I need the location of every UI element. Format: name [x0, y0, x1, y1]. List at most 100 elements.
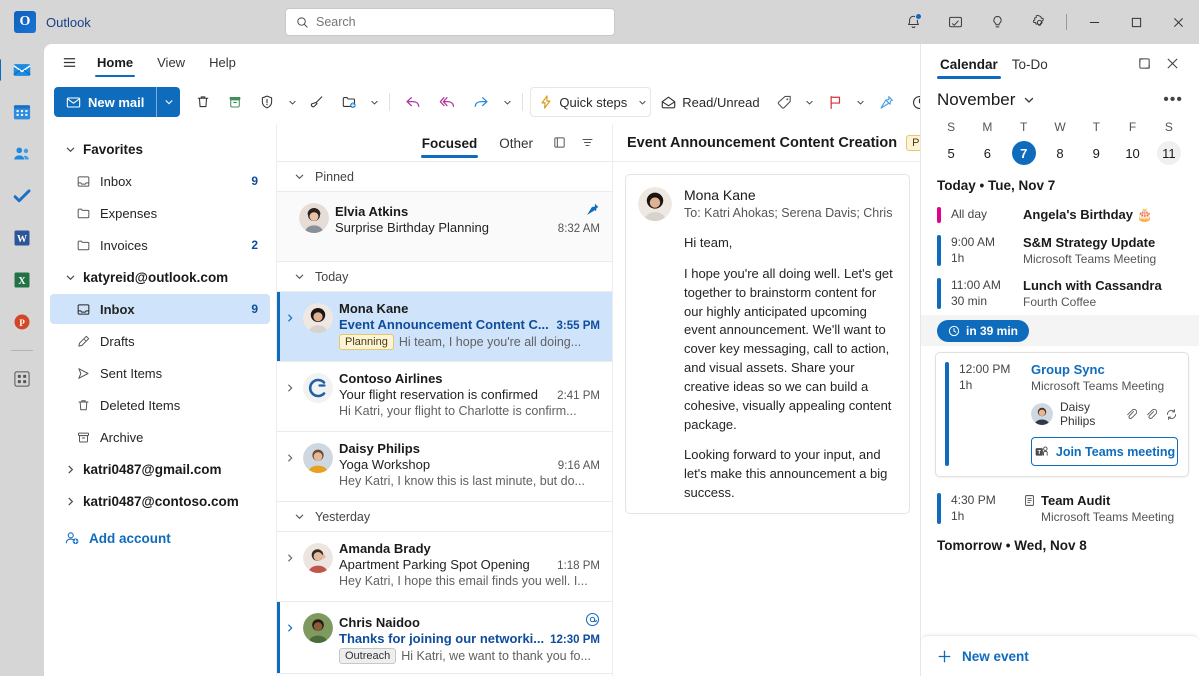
message-group-yesterday[interactable]: Yesterday	[277, 502, 612, 532]
new-mail-split-button[interactable]: New mail	[54, 87, 180, 117]
category-tag[interactable]: Planning	[339, 334, 394, 350]
sweep-button[interactable]	[302, 87, 332, 117]
quick-steps-dropdown-icon[interactable]	[634, 87, 650, 117]
tab-calendar[interactable]: Calendar	[935, 48, 1003, 79]
quick-steps-button[interactable]: Quick steps	[531, 87, 634, 117]
calendar-event-team-audit[interactable]: 4:30 PM 1h Team Audit Microsoft Teams Me…	[921, 483, 1199, 530]
subject-category-tag[interactable]: Planning	[906, 135, 920, 151]
quick-steps-group[interactable]: Quick steps	[530, 87, 651, 117]
filter-icon[interactable]	[574, 130, 600, 156]
sidebar-item-inbox[interactable]: Inbox 9	[50, 294, 270, 324]
tab-help[interactable]: Help	[198, 49, 247, 75]
pivot-focused[interactable]: Focused	[413, 128, 487, 158]
settings-gear-icon[interactable]	[1018, 0, 1060, 44]
sidebar-item-invoices[interactable]: Invoices 2	[50, 230, 270, 260]
report-button[interactable]	[252, 87, 282, 117]
delete-button[interactable]	[188, 87, 218, 117]
table-row[interactable]: Amanda Brady Apartment Parking Spot Open…	[277, 532, 612, 602]
table-row[interactable]: Contoso Airlines Your flight reservation…	[277, 362, 612, 432]
tab-home[interactable]: Home	[86, 49, 144, 75]
forward-button[interactable]	[465, 87, 497, 117]
flag-dropdown-icon[interactable]	[853, 87, 869, 117]
join-teams-meeting-button[interactable]: T Join Teams meeting	[1031, 437, 1178, 466]
reading-pane-icon[interactable]	[546, 130, 572, 156]
pin-button[interactable]	[871, 87, 902, 117]
folder-group-favorites[interactable]: Favorites	[50, 134, 270, 164]
expand-thread-icon[interactable]	[285, 371, 297, 422]
close-icon[interactable]	[1157, 0, 1199, 44]
table-row[interactable]: Elvia Atkins Surprise Birthday Planning …	[277, 192, 612, 262]
calendar-date[interactable]: 9	[1078, 138, 1114, 168]
archive-button[interactable]	[220, 87, 250, 117]
expand-thread-icon[interactable]	[285, 441, 297, 492]
rail-item-people[interactable]	[2, 134, 42, 174]
rail-item-word[interactable]: W	[2, 218, 42, 258]
calendar-date[interactable]: 8	[1042, 138, 1078, 168]
report-dropdown-icon[interactable]	[284, 87, 300, 117]
tab-todo[interactable]: To-Do	[1007, 48, 1053, 79]
forward-dropdown-icon[interactable]	[499, 87, 515, 117]
calendar-date[interactable]: 6	[969, 138, 1005, 168]
expand-thread-icon[interactable]	[285, 301, 297, 352]
sidebar-item-drafts[interactable]: Drafts	[50, 326, 270, 356]
calendar-event-birthday[interactable]: All day Angela's Birthday 🎂	[921, 201, 1199, 229]
sidebar-item-sent-items[interactable]: Sent Items	[50, 358, 270, 388]
search-input[interactable]	[316, 15, 604, 29]
table-row[interactable]: Mona Kane Event Announcement Content C..…	[277, 292, 612, 362]
folder-group-contoso-account[interactable]: katri0487@contoso.com	[50, 486, 270, 516]
read-unread-button[interactable]: Read/Unread	[653, 87, 766, 117]
flag-button[interactable]	[820, 87, 851, 117]
message-group-pinned[interactable]: Pinned	[277, 162, 612, 192]
snooze-button[interactable]	[904, 87, 920, 117]
rail-item-excel[interactable]: X	[2, 260, 42, 300]
close-icon[interactable]	[1159, 50, 1185, 76]
reply-button[interactable]	[397, 87, 429, 117]
calendar-event-lunch[interactable]: 11:00 AM 30 min Lunch with Cassandra Fou…	[921, 272, 1199, 315]
rail-item-apps[interactable]	[2, 359, 42, 399]
new-mail-button[interactable]: New mail	[54, 87, 156, 117]
sidebar-item-expenses[interactable]: Expenses	[50, 198, 270, 228]
table-row[interactable]: Daisy Philips Yoga Workshop 9:16 AM Hey …	[277, 432, 612, 502]
rail-item-todo[interactable]	[2, 176, 42, 216]
search-box[interactable]	[285, 8, 615, 36]
ribbon-menu-icon[interactable]	[54, 47, 84, 77]
calendar-event-strategy-update[interactable]: 9:00 AM 1h S&M Strategy Update Microsoft…	[921, 229, 1199, 272]
move-to-button[interactable]	[334, 87, 364, 117]
lightbulb-tips-icon[interactable]	[976, 0, 1018, 44]
categorize-dropdown-icon[interactable]	[802, 87, 818, 117]
message-group-today[interactable]: Today	[277, 262, 612, 292]
calendar-event-group-sync[interactable]: 12:00 PM 1h Group Sync Microsoft Teams M…	[935, 352, 1189, 477]
rail-item-powerpoint[interactable]: P	[2, 302, 42, 342]
notification-bell-icon[interactable]	[892, 0, 934, 44]
more-options-icon[interactable]: •••	[1163, 91, 1183, 109]
calendar-date[interactable]: 5	[933, 138, 969, 168]
pivot-other[interactable]: Other	[490, 128, 542, 158]
chevron-down-icon[interactable]	[1023, 94, 1035, 106]
minimize-icon[interactable]	[1073, 0, 1115, 44]
expand-thread-icon[interactable]	[285, 611, 297, 664]
popout-icon[interactable]	[1131, 50, 1157, 76]
event-title[interactable]: Group Sync	[1031, 362, 1178, 377]
rail-item-mail[interactable]	[2, 50, 42, 90]
calendar-date[interactable]: 10	[1114, 138, 1150, 168]
maximize-icon[interactable]	[1115, 0, 1157, 44]
sidebar-item-favorites-inbox[interactable]: Inbox 9	[50, 166, 270, 196]
calendar-date-today[interactable]: 7	[1006, 138, 1042, 168]
new-mail-dropdown-icon[interactable]	[156, 87, 180, 117]
sidebar-item-deleted-items[interactable]: Deleted Items	[50, 390, 270, 420]
move-to-dropdown-icon[interactable]	[366, 87, 382, 117]
rail-item-calendar[interactable]	[2, 92, 42, 132]
folder-group-outlook-account[interactable]: katyreid@outlook.com	[50, 262, 270, 292]
reply-all-button[interactable]	[431, 87, 463, 117]
categorize-button[interactable]	[769, 87, 800, 117]
tab-view[interactable]: View	[146, 49, 196, 75]
notes-icon[interactable]	[934, 0, 976, 44]
expand-thread-icon[interactable]	[285, 541, 297, 592]
sidebar-item-archive[interactable]: Archive	[50, 422, 270, 452]
new-event-button[interactable]: New event	[921, 636, 1199, 676]
table-row[interactable]: Chris Naidoo	[277, 602, 612, 674]
category-tag[interactable]: Outreach	[339, 648, 396, 664]
folder-group-gmail-account[interactable]: katri0487@gmail.com	[50, 454, 270, 484]
message-list-scroll[interactable]: Pinned	[277, 162, 612, 676]
add-account-button[interactable]: Add account	[50, 522, 270, 554]
